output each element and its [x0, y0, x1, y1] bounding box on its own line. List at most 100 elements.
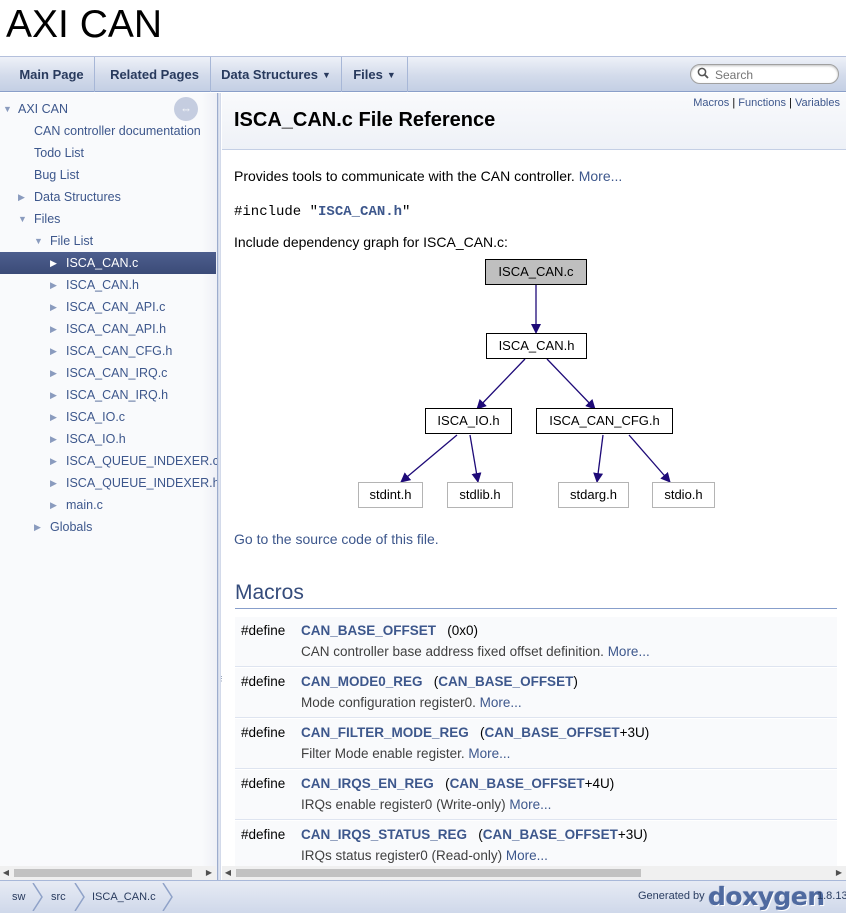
expanded-arrow-icon[interactable]: ▼ — [3, 98, 12, 120]
tree-item-can-doc[interactable]: CAN controller documentation — [0, 120, 216, 142]
include-keyword: #include — [234, 204, 302, 220]
scroll-right-icon[interactable]: ▶ — [833, 866, 845, 880]
tree-item-label: ISCA_CAN_IRQ.c — [66, 366, 168, 380]
macro-value-close: ) — [573, 674, 578, 689]
tree-item-isca-can-api-h[interactable]: ▶ ISCA_CAN_API.h — [0, 318, 216, 340]
breadcrumb-item[interactable]: src — [51, 881, 66, 913]
sync-toggle-icon[interactable]: ⇔ — [174, 97, 198, 121]
tree-item-file-list[interactable]: ▼ File List — [0, 230, 216, 252]
tab-label: Data Structures — [221, 67, 318, 82]
include-file-link[interactable]: ISCA_CAN.h — [318, 204, 402, 220]
content-hscrollbar[interactable]: ◀ ▶ — [222, 866, 846, 880]
collapsed-arrow-icon[interactable]: ▶ — [50, 296, 57, 318]
tree-item-isca-can-cfg-h[interactable]: ▶ ISCA_CAN_CFG.h — [0, 340, 216, 362]
tree-item-isca-can-c[interactable]: ▶ ISCA_CAN.c — [0, 252, 216, 274]
functions-link[interactable]: Functions — [738, 97, 786, 109]
collapsed-arrow-icon[interactable]: ▶ — [50, 472, 57, 494]
macro-more-link[interactable]: More... — [468, 746, 510, 761]
macro-name-link[interactable]: CAN_FILTER_MODE_REG — [301, 725, 469, 740]
macro-signature: CAN_BASE_OFFSET (0x0) — [301, 623, 478, 638]
collapsed-arrow-icon[interactable]: ▶ — [50, 274, 57, 296]
generated-by-label: Generated by — [638, 890, 705, 902]
macro-more-link[interactable]: More... — [506, 848, 548, 863]
macro-arg-link[interactable]: CAN_BASE_OFFSET — [483, 827, 618, 842]
scroll-right-icon[interactable]: ▶ — [203, 866, 215, 880]
magnifier-icon[interactable] — [697, 67, 710, 83]
tree-item-data-structures[interactable]: ▶ Data Structures — [0, 186, 216, 208]
tree-item-label: ISCA_QUEUE_INDEXER.h — [66, 476, 217, 490]
macro-more-link[interactable]: More... — [480, 695, 522, 710]
tree-item-isca-queue-indexer-c[interactable]: ▶ ISCA_QUEUE_INDEXER.c — [0, 450, 217, 472]
doxygen-logo[interactable]: doxygen — [708, 882, 825, 911]
tree-item-label: Files — [34, 212, 61, 226]
tree-item-isca-can-h[interactable]: ▶ ISCA_CAN.h — [0, 274, 216, 296]
collapsed-arrow-icon[interactable]: ▶ — [34, 516, 41, 538]
collapsed-arrow-icon[interactable]: ▶ — [50, 252, 57, 274]
collapsed-arrow-icon[interactable]: ▶ — [50, 428, 57, 450]
tree-item-globals[interactable]: ▶ Globals — [0, 516, 216, 538]
macros-link[interactable]: Macros — [693, 97, 729, 109]
macro-more-link[interactable]: More... — [608, 644, 650, 659]
macro-desc-text: CAN controller base address fixed offset… — [301, 644, 604, 659]
macro-description: Mode configuration register0. More... — [301, 695, 522, 710]
scroll-thumb[interactable] — [236, 869, 641, 877]
macro-arg-link[interactable]: CAN_BASE_OFFSET — [485, 725, 620, 740]
collapsed-arrow-icon[interactable]: ▶ — [50, 384, 57, 406]
brief-more-link[interactable]: More... — [579, 168, 623, 184]
breadcrumb-item[interactable]: sw — [12, 881, 25, 913]
tree-item-isca-io-c[interactable]: ▶ ISCA_IO.c — [0, 406, 216, 428]
graph-node[interactable]: ISCA_CAN.h — [486, 333, 587, 359]
tree-item-isca-can-irq-h[interactable]: ▶ ISCA_CAN_IRQ.h — [0, 384, 216, 406]
tab-files[interactable]: Files ▼ — [342, 57, 408, 92]
tab-main-page[interactable]: Main Page — [9, 57, 95, 92]
expanded-arrow-icon[interactable]: ▼ — [18, 208, 27, 230]
tree-item-files[interactable]: ▼ Files — [0, 208, 216, 230]
graph-node[interactable]: ISCA_CAN_CFG.h — [536, 408, 673, 434]
panel-splitter[interactable]: ⋮ — [217, 93, 225, 880]
tree-item-todo-list[interactable]: Todo List — [0, 142, 216, 164]
macro-more-link[interactable]: More... — [509, 797, 551, 812]
graph-node: stdint.h — [358, 482, 423, 508]
doxygen-version: 1.8.13 — [817, 890, 846, 902]
tree-item-isca-can-irq-c[interactable]: ▶ ISCA_CAN_IRQ.c — [0, 362, 216, 384]
tree-item-label: ISCA_CAN_API.c — [66, 300, 166, 314]
scroll-left-icon[interactable]: ◀ — [0, 866, 12, 880]
macro-name-link[interactable]: CAN_MODE0_REG — [301, 674, 423, 689]
macro-arg-link[interactable]: CAN_BASE_OFFSET — [438, 674, 573, 689]
macro-name-link[interactable]: CAN_BASE_OFFSET — [301, 623, 436, 638]
collapsed-arrow-icon[interactable]: ▶ — [50, 494, 57, 516]
collapsed-arrow-icon[interactable]: ▶ — [50, 406, 57, 428]
source-code-link[interactable]: Go to the source code of this file. — [234, 531, 439, 547]
tree-item-isca-queue-indexer-h[interactable]: ▶ ISCA_QUEUE_INDEXER.h — [0, 472, 217, 494]
tree-item-bug-list[interactable]: Bug List — [0, 164, 216, 186]
macro-name-link[interactable]: CAN_IRQS_STATUS_REG — [301, 827, 467, 842]
breadcrumb-separator-icon — [74, 883, 85, 911]
sidebar-hscrollbar[interactable]: ◀ ▶ — [0, 866, 216, 880]
search-box[interactable] — [690, 64, 839, 84]
separator: | — [732, 97, 736, 109]
graph-node[interactable]: ISCA_IO.h — [425, 408, 512, 434]
search-input[interactable] — [713, 67, 831, 82]
collapsed-arrow-icon[interactable]: ▶ — [50, 450, 57, 472]
expanded-arrow-icon[interactable]: ▼ — [34, 230, 43, 252]
collapsed-arrow-icon[interactable]: ▶ — [50, 340, 57, 362]
scroll-thumb[interactable] — [14, 869, 192, 877]
tree-item-main-c[interactable]: ▶ main.c — [0, 494, 216, 516]
breadcrumb-item[interactable]: ISCA_CAN.c — [92, 881, 156, 913]
tree-item-isca-can-api-c[interactable]: ▶ ISCA_CAN_API.c — [0, 296, 216, 318]
scroll-left-icon[interactable]: ◀ — [222, 866, 234, 880]
tree-item-isca-io-h[interactable]: ▶ ISCA_IO.h — [0, 428, 216, 450]
tree-item-label: AXI CAN — [18, 102, 69, 116]
page-title: ISCA_CAN.c File Reference — [234, 109, 496, 131]
collapsed-arrow-icon[interactable]: ▶ — [50, 318, 57, 340]
tab-related-pages[interactable]: Related Pages — [99, 57, 211, 92]
brief-description: Provides tools to communicate with the C… — [234, 168, 622, 184]
variables-link[interactable]: Variables — [795, 97, 840, 109]
macro-arg-link[interactable]: CAN_BASE_OFFSET — [450, 776, 585, 791]
tab-data-structures[interactable]: Data Structures ▼ — [211, 57, 342, 92]
tab-label: Main Page — [19, 67, 84, 82]
collapsed-arrow-icon[interactable]: ▶ — [18, 186, 25, 208]
macro-name-link[interactable]: CAN_IRQS_EN_REG — [301, 776, 434, 791]
collapsed-arrow-icon[interactable]: ▶ — [50, 362, 57, 384]
macro-value-close: +4U) — [584, 776, 615, 791]
